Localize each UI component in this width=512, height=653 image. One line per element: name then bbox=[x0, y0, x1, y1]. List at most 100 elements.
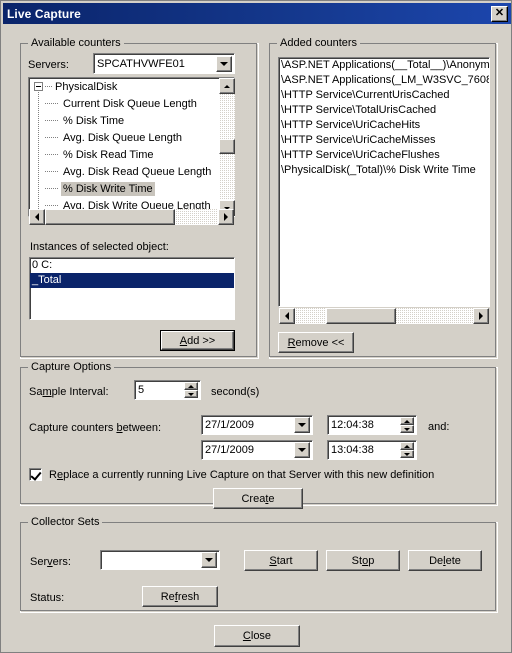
list-item[interactable]: \ASP.NET Applications(_LM_W3SVC_7608 bbox=[279, 73, 489, 88]
start-date-value: 27/1/2009 bbox=[205, 419, 254, 431]
tree-node[interactable]: % Disk Write Time bbox=[29, 180, 234, 197]
added-counters-list[interactable]: \ASP.NET Applications(__Total__)\Anonymo… bbox=[278, 57, 490, 307]
tree-node-label: Avg. Disk Read Queue Length bbox=[63, 165, 212, 178]
tree-node-label: % Disk Time bbox=[63, 114, 125, 127]
capture-between-label: Capture counters between: bbox=[29, 422, 162, 434]
end-time-stepper[interactable]: 13:04:38 bbox=[327, 440, 417, 460]
instances-label: Instances of selected object: bbox=[30, 241, 169, 253]
instances-list[interactable]: 0 C: _Total bbox=[29, 257, 235, 320]
counters-tree[interactable]: PhysicalDisk Current Disk Queue Length % D… bbox=[28, 77, 235, 217]
tree-connector bbox=[41, 95, 61, 112]
status-label: Status: bbox=[30, 592, 65, 604]
list-item[interactable]: \HTTP Service\UriCacheHits bbox=[279, 118, 489, 133]
title-bar: Live Capture ✕ bbox=[3, 3, 511, 24]
added-counters-legend: Added counters bbox=[277, 37, 361, 49]
delete-button[interactable]: Delete bbox=[408, 550, 482, 571]
list-item[interactable]: _Total bbox=[30, 273, 234, 288]
start-date-picker[interactable]: 27/1/2009 bbox=[201, 415, 313, 435]
available-servers-combo[interactable]: SPCATHVWFE01 bbox=[93, 53, 235, 74]
available-servers-value: SPCATHVWFE01 bbox=[97, 57, 185, 70]
chevron-down-icon[interactable] bbox=[294, 442, 310, 458]
tree-connector bbox=[41, 163, 61, 180]
live-capture-dialog: Live Capture ✕ Available counters Server… bbox=[0, 0, 512, 653]
sample-interval-stepper[interactable]: 5 bbox=[134, 380, 201, 400]
tree-scroll-thumb[interactable] bbox=[219, 139, 235, 154]
remove-counter-button[interactable]: Remove << bbox=[278, 332, 354, 353]
and-label: and: bbox=[428, 421, 450, 433]
tree-node-root[interactable]: PhysicalDisk bbox=[29, 78, 234, 95]
scroll-left-icon[interactable] bbox=[279, 308, 295, 324]
tree-node[interactable]: % Disk Time bbox=[29, 112, 234, 129]
list-item[interactable]: \HTTP Service\CurrentUrisCached bbox=[279, 88, 489, 103]
tree-connector bbox=[45, 78, 53, 95]
replace-capture-checkbox[interactable] bbox=[29, 468, 42, 481]
tree-node-label: % Disk Write Time bbox=[61, 181, 155, 196]
stop-button-label: Stop bbox=[351, 554, 375, 567]
tree-connector bbox=[41, 146, 61, 163]
tree-node-label: PhysicalDisk bbox=[55, 80, 118, 93]
spinner-buttons[interactable] bbox=[400, 417, 414, 433]
list-item[interactable]: \HTTP Service\UriCacheFlushes bbox=[279, 148, 489, 163]
spinner-up-icon[interactable] bbox=[400, 417, 414, 425]
spinner-buttons[interactable] bbox=[184, 382, 198, 398]
scroll-left-icon[interactable] bbox=[29, 209, 45, 225]
start-time-value: 12:04:38 bbox=[331, 419, 374, 431]
end-date-picker[interactable]: 27/1/2009 bbox=[201, 440, 313, 460]
replace-capture-label: Replace a currently running Live Capture… bbox=[49, 468, 435, 481]
close-button[interactable]: Close bbox=[214, 625, 300, 647]
added-hscroll-thumb[interactable] bbox=[326, 308, 396, 324]
tree-vertical-scrollbar[interactable] bbox=[219, 78, 235, 216]
chevron-down-icon[interactable] bbox=[216, 55, 232, 72]
start-button-label: Start bbox=[269, 554, 293, 567]
refresh-button[interactable]: Refresh bbox=[142, 586, 218, 607]
spinner-buttons[interactable] bbox=[400, 442, 414, 458]
available-servers-label: Servers: bbox=[28, 59, 69, 71]
sample-interval-label: Sample Interval: bbox=[29, 386, 109, 398]
spinner-down-icon[interactable] bbox=[400, 425, 414, 433]
refresh-button-label: Refresh bbox=[160, 590, 200, 603]
start-button[interactable]: Start bbox=[244, 550, 318, 571]
collector-servers-combo[interactable] bbox=[100, 550, 220, 570]
start-time-stepper[interactable]: 12:04:38 bbox=[327, 415, 417, 435]
list-item[interactable]: \HTTP Service\TotalUrisCached bbox=[279, 103, 489, 118]
scroll-right-icon[interactable] bbox=[218, 209, 234, 225]
tree-horizontal-scrollbar[interactable] bbox=[29, 209, 234, 225]
collector-sets-legend: Collector Sets bbox=[28, 516, 103, 528]
end-date-value: 27/1/2009 bbox=[205, 444, 254, 456]
tree-node[interactable]: % Disk Read Time bbox=[29, 146, 234, 163]
scroll-right-icon[interactable] bbox=[473, 308, 489, 324]
spinner-up-icon[interactable] bbox=[400, 442, 414, 450]
added-horizontal-scrollbar[interactable] bbox=[279, 308, 489, 324]
stop-button[interactable]: Stop bbox=[326, 550, 400, 571]
remove-button-label: Remove << bbox=[287, 336, 345, 349]
tree-connector bbox=[41, 180, 61, 197]
delete-button-label: Delete bbox=[429, 554, 461, 567]
spinner-down-icon[interactable] bbox=[400, 450, 414, 458]
seconds-label: second(s) bbox=[211, 386, 260, 398]
list-item[interactable]: 0 C: bbox=[30, 258, 234, 273]
chevron-down-icon[interactable] bbox=[294, 417, 310, 433]
chevron-down-icon[interactable] bbox=[201, 552, 217, 568]
add-counter-button[interactable]: Add >> bbox=[160, 330, 235, 351]
tree-node-label: Avg. Disk Queue Length bbox=[63, 131, 183, 144]
tree-node-label: % Disk Read Time bbox=[63, 148, 154, 161]
tree-connector bbox=[41, 112, 61, 129]
end-time-value: 13:04:38 bbox=[331, 444, 374, 456]
tree-hscroll-thumb[interactable] bbox=[45, 209, 175, 225]
create-button[interactable]: Create bbox=[213, 488, 303, 509]
add-button-label: Add >> bbox=[179, 334, 216, 347]
sample-interval-value: 5 bbox=[138, 384, 145, 396]
list-item[interactable]: \PhysicalDisk(_Total)\% Disk Write Time bbox=[279, 163, 489, 178]
tree-node[interactable]: Current Disk Queue Length bbox=[29, 95, 234, 112]
tree-node[interactable]: Avg. Disk Read Queue Length bbox=[29, 163, 234, 180]
collapse-icon[interactable] bbox=[34, 82, 43, 91]
spinner-down-icon[interactable] bbox=[184, 390, 198, 398]
spinner-up-icon[interactable] bbox=[184, 382, 198, 390]
tree-node[interactable]: Avg. Disk Queue Length bbox=[29, 129, 234, 146]
list-item[interactable]: \ASP.NET Applications(__Total__)\Anonymo… bbox=[279, 58, 489, 73]
list-item[interactable]: \HTTP Service\UriCacheMisses bbox=[279, 133, 489, 148]
close-icon[interactable]: ✕ bbox=[491, 5, 508, 22]
scroll-up-icon[interactable] bbox=[219, 78, 235, 94]
replace-capture-checkbox-row[interactable]: Replace a currently running Live Capture… bbox=[29, 468, 434, 481]
capture-options-legend: Capture Options bbox=[28, 361, 115, 373]
